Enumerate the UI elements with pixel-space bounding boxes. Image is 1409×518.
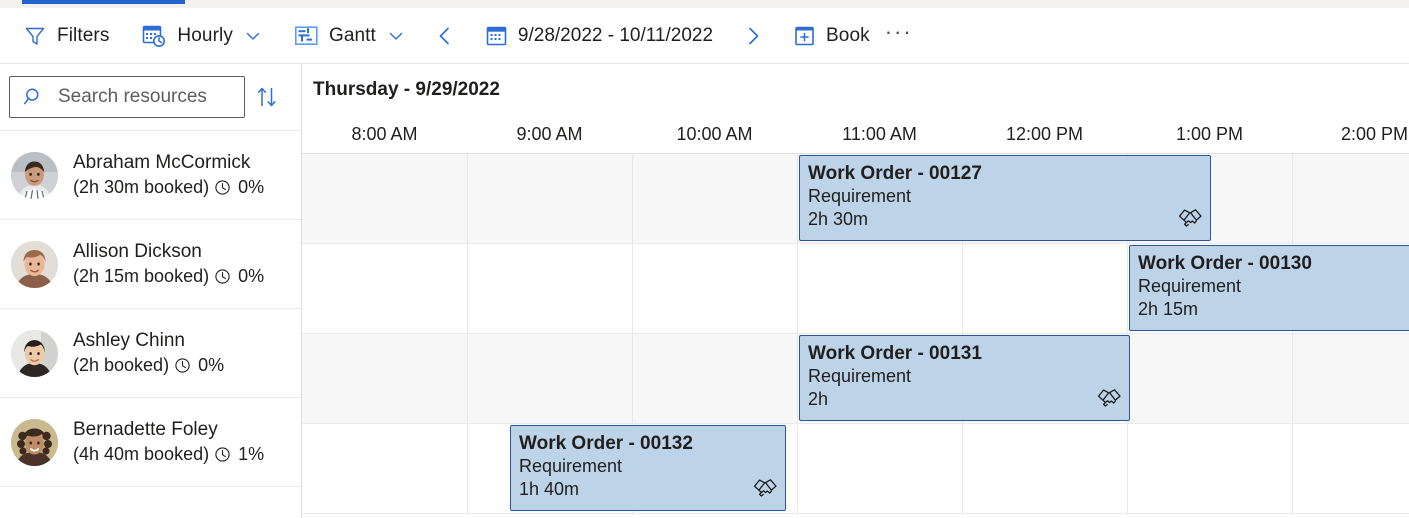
utilization-percent: 1% <box>238 444 265 464</box>
booking-type: Requirement <box>808 186 912 206</box>
board-body: Abraham McCormick (2h 30m booked) 0% <box>0 64 1409 518</box>
handshake-icon <box>1097 387 1121 414</box>
utilization-percent: 0% <box>198 355 225 375</box>
time-tick: 11:00 AM <box>842 123 917 144</box>
booking-card[interactable]: Work Order - 00132 Requirement 1h 40m <box>510 425 786 511</box>
resource-row[interactable]: Abraham McCormick (2h 30m booked) 0% <box>0 131 301 220</box>
filters-button[interactable]: Filters <box>14 8 118 63</box>
schedule-board: Filters Hourly Gantt 9/28/2022 - 10/11/2… <box>0 0 1409 518</box>
gantt-label: Gantt <box>328 24 376 46</box>
command-bar: Filters Hourly Gantt 9/28/2022 - 10/11/2… <box>0 8 1409 64</box>
booking-duration: 2h 30m <box>808 209 869 229</box>
time-tick: 2:00 PM <box>1340 123 1409 144</box>
view-mode-label: Hourly <box>177 24 233 46</box>
resource-name: Abraham McCormick <box>73 152 251 173</box>
utilization-percent: 0% <box>238 266 265 286</box>
search-icon <box>23 86 45 108</box>
resource-row[interactable]: Ashley Chinn (2h booked) 0% <box>0 309 301 398</box>
booking-type: Requirement <box>1138 276 1242 296</box>
resource-search-row <box>0 64 301 130</box>
gantt-icon <box>294 25 319 47</box>
booked-duration: (2h booked) <box>73 355 170 375</box>
time-tick: 8:00 AM <box>351 123 418 144</box>
resource-meta: (2h 30m booked) 0% <box>73 175 264 200</box>
resource-meta: (2h booked) 0% <box>73 353 224 378</box>
booked-duration: (2h 15m booked) <box>73 266 210 286</box>
time-tick: 9:00 AM <box>516 123 583 144</box>
overflow-menu-button[interactable]: ··· <box>879 4 919 67</box>
clock-icon <box>214 446 231 463</box>
active-tab-indicator <box>22 0 185 4</box>
avatar <box>11 418 58 466</box>
avatar <box>11 151 58 199</box>
resource-row[interactable]: Bernadette Foley (4h 40m booked) 1% <box>0 398 301 487</box>
resource-text: Abraham McCormick (2h 30m booked) 0% <box>73 150 264 200</box>
resource-name: Allison Dickson <box>73 241 202 262</box>
handshake-icon <box>1178 207 1202 234</box>
resource-meta: (4h 40m booked) 1% <box>73 442 264 467</box>
booking-card[interactable]: Work Order - 00130 Requirement 2h 15m <box>1129 245 1409 331</box>
resource-name: Bernadette Foley <box>73 419 218 440</box>
day-title: Thursday - 9/29/2022 <box>313 78 500 100</box>
booking-type: Requirement <box>519 456 623 476</box>
gantt-button[interactable]: Gantt <box>285 8 414 63</box>
schedule-grid: Work Order - 00127 Requirement 2h 30m Wo… <box>302 154 1409 518</box>
filter-icon <box>23 24 47 48</box>
booked-duration: (2h 30m booked) <box>73 177 210 197</box>
handshake-icon <box>753 477 777 504</box>
resource-name: Ashley Chinn <box>73 330 185 351</box>
schedule-row[interactable]: Work Order - 00127 Requirement 2h 30m <box>302 154 1409 244</box>
booking-type: Requirement <box>808 366 912 386</box>
date-range-button[interactable]: 9/28/2022 - 10/11/2022 <box>476 8 722 63</box>
schedule-row[interactable]: Work Order - 00131 Requirement 2h <box>302 334 1409 424</box>
calendar-icon <box>485 24 508 47</box>
avatar <box>11 329 58 377</box>
schedule-row[interactable]: Work Order - 00132 Requirement 1h 40m <box>302 424 1409 514</box>
resource-text: Bernadette Foley (4h 40m booked) 1% <box>73 417 264 467</box>
booking-duration: 2h 15m <box>1138 299 1199 319</box>
resource-meta: (2h 15m booked) 0% <box>73 264 264 289</box>
resource-list: Abraham McCormick (2h 30m booked) 0% All… <box>0 130 301 487</box>
top-strip <box>0 0 1409 8</box>
booking-title: Work Order - 00127 <box>808 163 982 184</box>
calendar-add-icon <box>793 24 816 47</box>
filters-label: Filters <box>57 24 110 46</box>
calendar-clock-icon <box>141 23 167 49</box>
clock-icon <box>214 268 231 285</box>
booking-title: Work Order - 00130 <box>1138 253 1312 274</box>
booking-title: Work Order - 00132 <box>519 433 693 454</box>
time-axis: 8:00 AM 9:00 AM 10:00 AM 11:00 AM 12:00 … <box>302 115 1409 154</box>
booking-card[interactable]: Work Order - 00127 Requirement 2h 30m <box>799 155 1211 241</box>
booking-duration: 2h <box>808 389 829 409</box>
clock-icon <box>174 357 191 374</box>
resource-text: Allison Dickson (2h 15m booked) 0% <box>73 239 264 289</box>
date-range-label: 9/28/2022 - 10/11/2022 <box>517 24 714 46</box>
schedule-panel: Thursday - 9/29/2022 8:00 AM 9:00 AM 10:… <box>302 64 1409 518</box>
previous-period-button[interactable] <box>428 8 462 63</box>
booking-title: Work Order - 00131 <box>808 343 982 364</box>
booking-duration: 1h 40m <box>519 479 580 499</box>
resource-row[interactable]: Allison Dickson (2h 15m booked) 0% <box>0 220 301 309</box>
avatar <box>11 240 58 288</box>
schedule-row[interactable]: Work Order - 00130 Requirement 2h 15m <box>302 244 1409 334</box>
time-tick: 10:00 AM <box>676 123 753 144</box>
sort-updown-icon[interactable] <box>245 76 289 118</box>
chevron-down-icon[interactable] <box>244 27 262 45</box>
book-button[interactable]: Book <box>784 8 879 63</box>
resource-text: Ashley Chinn (2h booked) 0% <box>73 328 224 378</box>
time-tick: 1:00 PM <box>1175 123 1244 144</box>
chevron-down-icon[interactable] <box>387 27 405 45</box>
view-mode-button[interactable]: Hourly <box>132 8 271 63</box>
resource-panel: Abraham McCormick (2h 30m booked) 0% <box>0 64 302 518</box>
booking-card[interactable]: Work Order - 00131 Requirement 2h <box>799 335 1130 421</box>
utilization-percent: 0% <box>238 177 265 197</box>
time-tick: 12:00 PM <box>1005 123 1084 144</box>
next-period-button[interactable] <box>736 8 770 63</box>
clock-icon <box>214 179 231 196</box>
search-resources-box[interactable] <box>9 76 245 118</box>
book-label: Book <box>826 24 870 46</box>
booked-duration: (4h 40m booked) <box>73 444 210 464</box>
search-input[interactable] <box>56 85 225 109</box>
